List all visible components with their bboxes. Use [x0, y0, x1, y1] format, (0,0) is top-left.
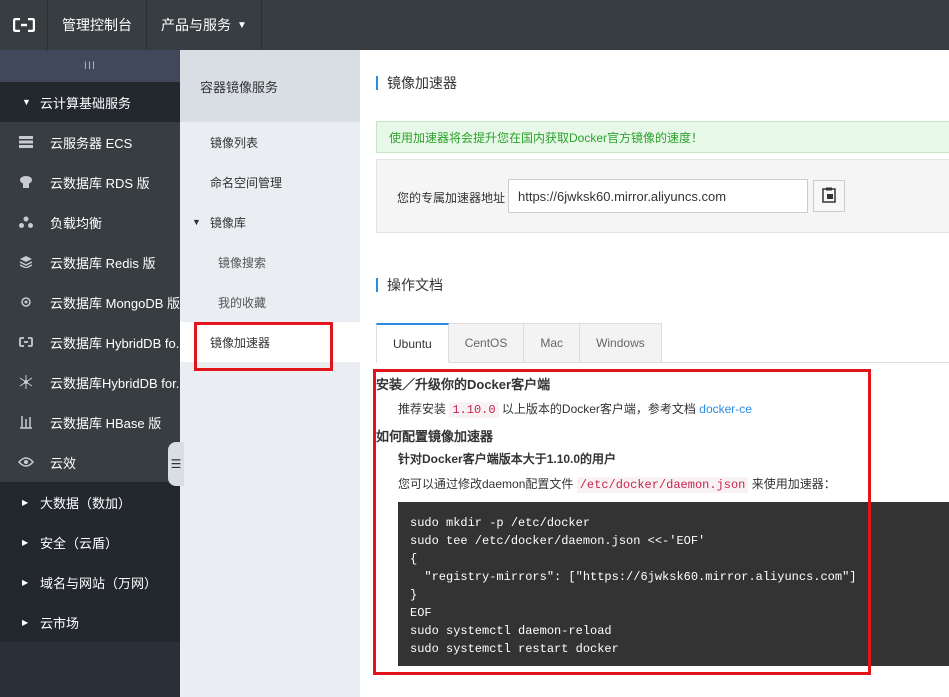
page-title: 镜像加速器: [376, 76, 457, 90]
subnav-title: 容器镜像服务: [180, 50, 360, 122]
subnav-group-repositories[interactable]: ▼ 镜像库: [180, 202, 360, 242]
sidebar-item-hbase[interactable]: 云数据库 HBase 版: [0, 402, 180, 442]
sidebar-collapse-toggle[interactable]: III: [0, 50, 180, 82]
subnav-collapse-toggle[interactable]: ☰: [168, 442, 184, 486]
install-heading: 安装／升级你的Docker客户端: [376, 377, 551, 392]
config-paragraph: 您可以通过修改daemon配置文件 /etc/docker/daemon.jso…: [398, 475, 836, 493]
sidebar-item-label: 云数据库 Redis 版: [50, 255, 156, 271]
sidebar-group-bigdata[interactable]: ▶ 大数据（数加）: [0, 482, 180, 522]
subnav-item-label: 镜像列表: [210, 135, 259, 150]
sidebar-item-yunxiao[interactable]: 云效: [0, 442, 180, 482]
subnav-group-label: 镜像库: [209, 215, 246, 230]
install-suffix: 以上版本的Docker客户端，参考文档: [501, 402, 696, 416]
container-registry-nav: 容器镜像服务 镜像列表 命名空间管理 ▼ 镜像库 镜像搜索 我的收藏 镜像加速器: [180, 50, 360, 697]
caret-right-icon: ▶: [22, 497, 29, 507]
caret-down-icon: ▼: [192, 217, 201, 227]
console-label: 管理控制台: [62, 17, 132, 33]
caret-right-icon: ▶: [22, 617, 29, 627]
sidebar-group-label: 安全（云盾）: [40, 535, 119, 551]
mirror-address-label: 您的专属加速器地址: [397, 191, 506, 205]
subnav-item-label: 命名空间管理: [210, 175, 283, 190]
server-icon: [18, 134, 34, 150]
subnav-item-mirror-accelerator[interactable]: 镜像加速器: [180, 322, 360, 362]
os-tabs: Ubuntu CentOS Mac Windows: [376, 323, 949, 363]
products-label: 产品与服务: [161, 17, 231, 33]
load-balancer-icon: [18, 214, 34, 230]
mirror-address-input[interactable]: [508, 179, 808, 213]
top-bar: 管理控制台 产品与服务 ▼: [0, 0, 949, 50]
install-prefix: 推荐安装: [398, 402, 447, 416]
sidebar-item-ecs[interactable]: 云服务器 ECS: [0, 122, 180, 162]
subnav-item-label: 镜像搜索: [218, 255, 267, 270]
sidebar-item-mongodb[interactable]: 云数据库 MongoDB 版: [0, 282, 180, 322]
sidebar-item-rds[interactable]: 云数据库 RDS 版: [0, 162, 180, 202]
config-code-block[interactable]: sudo mkdir -p /etc/docker sudo tee /etc/…: [398, 502, 949, 666]
caret-right-icon: ▶: [22, 537, 29, 547]
menu-icon: ☰: [170, 457, 182, 471]
sidebar-item-label: 云服务器 ECS: [50, 135, 133, 151]
collapse-glyph: III: [83, 60, 97, 72]
main-content: 镜像加速器 使用加速器将会提升您在国内获取Docker官方镜像的速度！ 您的专属…: [360, 50, 949, 697]
sidebar-group-security[interactable]: ▶ 安全（云盾）: [0, 522, 180, 562]
caret-right-icon: ▶: [22, 577, 29, 587]
console-home-link[interactable]: 管理控制台: [48, 0, 147, 50]
clipboard-icon: [822, 187, 836, 206]
tab-ubuntu[interactable]: Ubuntu: [376, 323, 449, 363]
sidebar-item-label: 云数据库 RDS 版: [50, 175, 150, 191]
accelerator-notice: 使用加速器将会提升您在国内获取Docker官方镜像的速度！: [376, 121, 949, 153]
sidebar-item-redis[interactable]: 云数据库 Redis 版: [0, 242, 180, 282]
sidebar-group-label: 云市场: [40, 615, 80, 631]
install-paragraph: 推荐安装 1.10.0 以上版本的Docker客户端，参考文档 docker-c…: [398, 400, 752, 418]
tab-centos[interactable]: CentOS: [448, 323, 525, 363]
subnav-item-favorites[interactable]: 我的收藏: [180, 282, 360, 322]
docs-title: 操作文档: [376, 278, 443, 292]
subnav-item-image-search[interactable]: 镜像搜索: [180, 242, 360, 282]
sidebar-group-label: 大数据（数加）: [40, 495, 132, 511]
version-subheading: 针对Docker客户端版本大于1.10.0的用户: [398, 452, 617, 466]
tab-mac[interactable]: Mac: [524, 323, 581, 363]
sidebar-item-hybriddb-2[interactable]: 云数据库HybridDB for...: [0, 362, 180, 402]
sidebar-item-hybriddb-1[interactable]: 云数据库 HybridDB fo...: [0, 322, 180, 362]
config-prefix: 您可以通过修改daemon配置文件: [398, 477, 574, 491]
sidebar-group-market[interactable]: ▶ 云市场: [0, 602, 180, 642]
hybriddb-network-icon: [18, 374, 34, 390]
tab-windows[interactable]: Windows: [580, 323, 662, 363]
database-icon: [18, 174, 34, 190]
docker-ce-link[interactable]: docker-ce: [699, 402, 752, 416]
hbase-icon: [18, 414, 34, 430]
subnav-item-namespaces[interactable]: 命名空间管理: [180, 162, 360, 202]
sidebar-item-slb[interactable]: 负载均衡: [0, 202, 180, 242]
sidebar-group-label: 云计算基础服务: [40, 95, 132, 111]
sidebar-item-label: 云数据库 HybridDB fo...: [50, 335, 180, 351]
sidebar-item-label: 云数据库HybridDB for...: [50, 375, 180, 391]
mongodb-icon: [18, 294, 34, 310]
left-sidebar: III ▼ 云计算基础服务 云服务器 ECS 云数据库 RDS 版 负载均衡 云…: [0, 50, 180, 697]
install-version: 1.10.0: [449, 402, 499, 418]
sidebar-group-cloud-basic[interactable]: ▼ 云计算基础服务: [0, 82, 180, 122]
config-heading: 如何配置镜像加速器: [376, 429, 494, 444]
accelerator-address-panel: 您的专属加速器地址: [376, 159, 949, 233]
hybriddb-icon: [18, 334, 34, 350]
config-path: /etc/docker/daemon.json: [576, 477, 749, 493]
redis-icon: [18, 254, 34, 270]
subnav-item-label: 我的收藏: [218, 295, 267, 310]
sidebar-item-label: 负载均衡: [50, 215, 103, 231]
eye-icon: [18, 454, 34, 470]
caret-down-icon: ▼: [22, 97, 31, 107]
products-menu-button[interactable]: 产品与服务 ▼: [147, 0, 262, 50]
subnav-title-label: 容器镜像服务: [200, 79, 279, 95]
sidebar-item-label: 云数据库 HBase 版: [50, 415, 162, 431]
sidebar-item-label: 云数据库 MongoDB 版: [50, 295, 180, 311]
sidebar-group-label: 域名与网站（万网）: [40, 575, 158, 591]
sidebar-group-domain[interactable]: ▶ 域名与网站（万网）: [0, 562, 180, 602]
subnav-item-label: 镜像加速器: [210, 335, 271, 350]
aliyun-logo-icon[interactable]: [0, 0, 48, 50]
subnav-item-image-list[interactable]: 镜像列表: [180, 122, 360, 162]
config-suffix: 来使用加速器：: [751, 477, 836, 491]
copy-address-button[interactable]: [813, 180, 845, 212]
caret-down-icon: ▼: [237, 19, 247, 31]
sidebar-item-label: 云效: [50, 455, 77, 471]
